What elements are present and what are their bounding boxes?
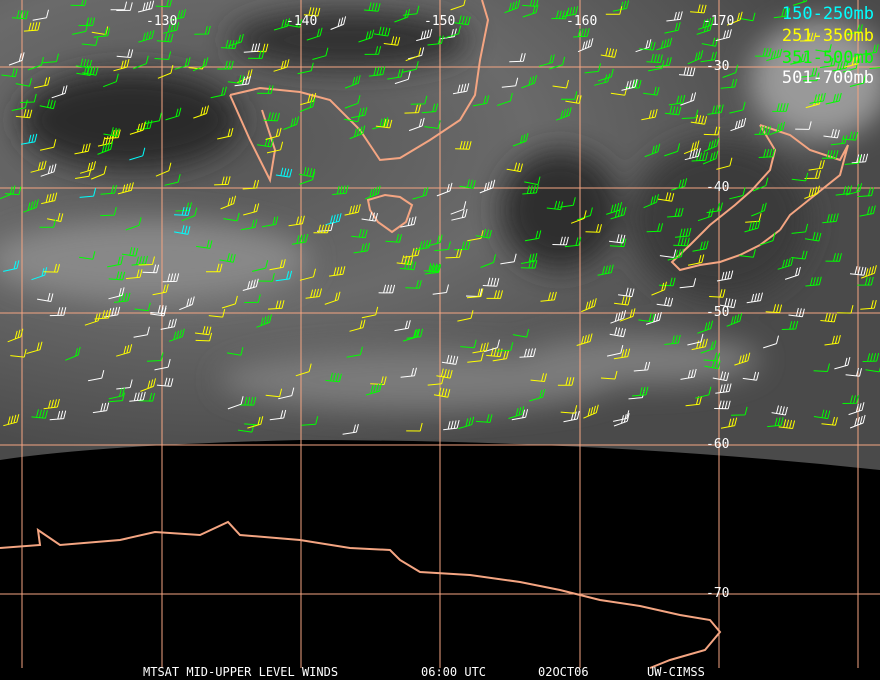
legend-150-250mb: 150-250mb bbox=[781, 4, 874, 24]
lon-label-140: -140 bbox=[286, 14, 318, 29]
time-label: 06:00 UTC bbox=[421, 665, 487, 679]
product-title: MTSAT MID-UPPER LEVEL WINDS bbox=[143, 665, 339, 679]
lon-label-170: -170 bbox=[703, 14, 735, 29]
legend-351-500mb: 351-500mb bbox=[781, 48, 874, 68]
water-vapor-imagery bbox=[0, 0, 880, 669]
lat-label-40: -40 bbox=[706, 180, 730, 195]
lat-label-70: -70 bbox=[706, 586, 730, 601]
lat-label-50: -50 bbox=[706, 305, 730, 320]
legend-501-700mb: 501-700mb bbox=[781, 68, 874, 88]
lat-label-60: -60 bbox=[706, 437, 730, 452]
lon-label-160: -160 bbox=[566, 14, 598, 29]
lon-label-150: -150 bbox=[424, 14, 456, 29]
lat-label-30: -30 bbox=[706, 59, 730, 74]
antarctica-coast bbox=[0, 520, 722, 669]
satellite-wind-map: -130 -140 -150 -160 -170 -30 -40 -50 -60… bbox=[0, 0, 880, 680]
date-label: 02OCT06 bbox=[538, 665, 589, 679]
lon-label-130: -130 bbox=[146, 14, 178, 29]
source-label: UW-CIMSS bbox=[647, 665, 705, 679]
legend-251-350mb: 251-350mb bbox=[781, 26, 874, 46]
